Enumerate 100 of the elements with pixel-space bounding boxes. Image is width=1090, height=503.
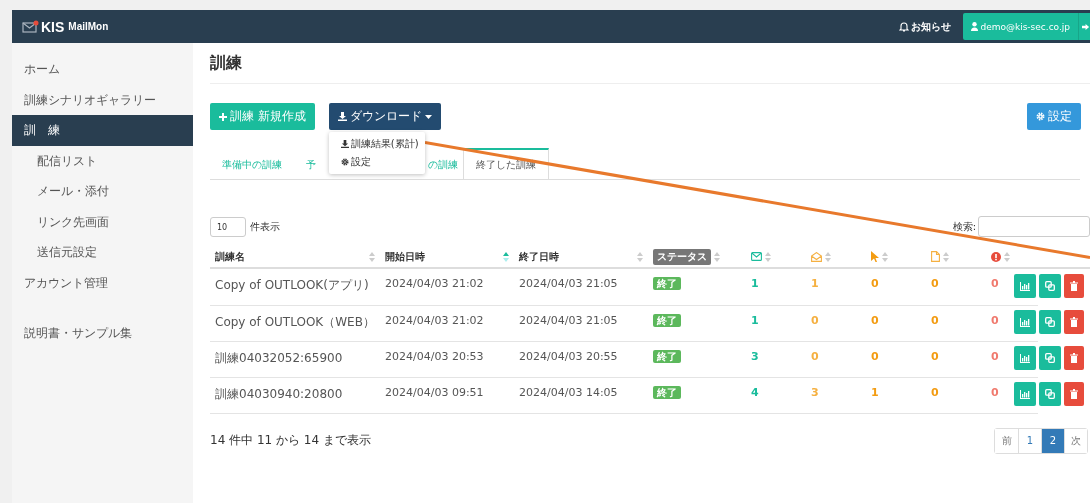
column-header[interactable]: ステータス: [653, 248, 711, 265]
count-cell: 0: [931, 349, 939, 363]
search-field[interactable]: [978, 216, 1090, 237]
count-cell: 1: [751, 277, 759, 290]
document-icon: [931, 251, 940, 262]
status-badge: 終了: [653, 385, 681, 399]
logo-subtext: MailMon: [68, 21, 109, 32]
trash-icon: [1070, 281, 1078, 291]
sidebar-subitem[interactable]: 配信リスト: [12, 145, 193, 176]
trash-icon: [1070, 317, 1078, 327]
count-cell: 0: [991, 313, 999, 327]
table-cell: 2024/04/03 21:05: [519, 277, 618, 290]
count-cell: 3: [811, 385, 819, 399]
sort-icon[interactable]: [503, 251, 509, 262]
status-badge: 終了: [653, 277, 681, 290]
copy-icon: [1045, 281, 1055, 291]
download-button[interactable]: ダウンロード: [328, 103, 441, 130]
delete-button[interactable]: [1064, 346, 1084, 370]
copy-button[interactable]: [1039, 274, 1061, 298]
sidebar-item[interactable]: アカウント管理: [12, 267, 193, 298]
page-button[interactable]: 次: [1064, 428, 1087, 453]
logo-text: KIS: [41, 18, 65, 35]
count-cell: 0: [991, 385, 999, 399]
count-cell: 0: [871, 349, 879, 363]
sort-icon[interactable]: [714, 251, 720, 262]
table-cell: 2024/04/03 20:53: [385, 349, 484, 363]
table-cell: 2024/04/03 21:02: [385, 313, 484, 327]
sidebar-item[interactable]: 訓 練: [12, 115, 193, 146]
search-label: 検索:: [952, 219, 976, 234]
count-cell: 0: [991, 277, 999, 290]
notice-link[interactable]: お知らせ: [899, 19, 952, 34]
chart-button[interactable]: [1014, 382, 1036, 406]
download-icon: [340, 140, 349, 148]
sort-icon[interactable]: [765, 251, 771, 262]
delete-button[interactable]: [1064, 274, 1084, 298]
status-badge: 終了: [653, 349, 681, 363]
table-cell: Copy of OUTLOOK(アプリ): [215, 278, 369, 292]
logout-icon: [1082, 22, 1090, 31]
copy-icon: [1045, 389, 1055, 399]
column-header[interactable]: 開始日時: [385, 249, 500, 264]
chart-button[interactable]: [1014, 310, 1036, 334]
delete-button[interactable]: [1064, 310, 1084, 334]
menu-item[interactable]: 設定: [328, 153, 425, 171]
sort-icon[interactable]: [1004, 251, 1010, 262]
table-cell: 訓練04030940:20800: [215, 386, 343, 401]
envelope-icon: [22, 20, 39, 33]
envelope-icon: [751, 252, 762, 261]
sort-icon[interactable]: [637, 251, 643, 262]
download-icon: [337, 112, 347, 121]
sort-icon[interactable]: [369, 251, 375, 262]
chart-button[interactable]: [1014, 346, 1036, 370]
copy-button[interactable]: [1039, 382, 1061, 406]
table-cell: 訓練04032052:65900: [215, 350, 343, 365]
sort-icon[interactable]: [882, 251, 888, 262]
page-button[interactable]: 2: [1041, 428, 1064, 453]
sidebar-item[interactable]: 説明書・サンプル集: [12, 318, 193, 349]
count-cell: 0: [871, 277, 879, 290]
sidebar-item[interactable]: ホーム: [12, 54, 193, 85]
copy-button[interactable]: [1039, 346, 1061, 370]
copy-button[interactable]: [1039, 310, 1061, 334]
settings-icon: [1036, 112, 1045, 121]
sort-icon[interactable]: [825, 251, 831, 262]
chart-button[interactable]: [1014, 274, 1036, 298]
table-cell: 2024/04/03 21:05: [519, 313, 618, 327]
delete-button[interactable]: [1064, 382, 1084, 406]
page-size-field[interactable]: 10: [210, 216, 246, 237]
sidebar-subitem[interactable]: 送信元設定: [12, 237, 193, 268]
column-header[interactable]: 訓練名: [215, 249, 366, 264]
table-cell: Copy of OUTLOOK（WEB）: [215, 314, 375, 329]
status-badge: 終了: [653, 313, 681, 327]
trash-icon: [1070, 353, 1078, 363]
logout-button[interactable]: [1078, 13, 1090, 40]
count-cell: 0: [991, 349, 999, 363]
table-cell: 2024/04/03 14:05: [519, 385, 618, 399]
count-cell: 0: [811, 313, 819, 327]
copy-icon: [1045, 353, 1055, 363]
count-cell: 0: [871, 313, 879, 327]
open-envelope-icon: [811, 251, 822, 262]
bar-chart-icon: [1020, 317, 1030, 327]
menu-item[interactable]: 訓練結果(累計): [328, 135, 425, 153]
page-title: 訓練: [210, 43, 1090, 84]
copy-icon: [1045, 317, 1055, 327]
sidebar-item[interactable]: 訓練シナリオギャラリー: [12, 84, 193, 115]
table-cell: 2024/04/03 21:02: [385, 277, 484, 290]
bar-chart-icon: [1020, 353, 1030, 363]
count-cell: 1: [871, 385, 879, 399]
cursor-icon: [871, 251, 879, 262]
sidebar-subitem[interactable]: リンク先画面: [12, 206, 193, 237]
column-header[interactable]: 終了日時: [519, 249, 634, 264]
count-cell: 3: [751, 349, 759, 363]
sort-icon[interactable]: [943, 251, 949, 262]
count-cell: 0: [931, 277, 939, 290]
trash-icon: [1070, 389, 1078, 399]
count-cell: 1: [811, 277, 819, 290]
page-size-label: 件表示: [250, 219, 280, 234]
bar-chart-icon: [1020, 281, 1030, 291]
sidebar-subitem[interactable]: メール・添付: [12, 176, 193, 207]
table-cell: 2024/04/03 09:51: [385, 385, 484, 399]
bell-icon: [899, 21, 910, 32]
alert-icon: [991, 251, 1001, 262]
